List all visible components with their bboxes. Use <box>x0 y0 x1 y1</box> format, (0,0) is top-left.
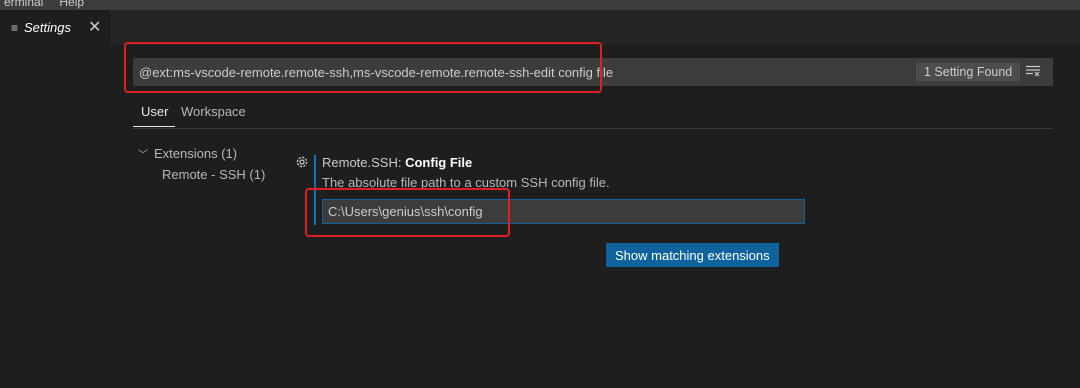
clear-filter-icon[interactable] <box>1026 65 1040 77</box>
search-highlight-box <box>124 42 602 93</box>
gear-icon[interactable] <box>295 155 309 169</box>
results-count-badge: 1 Setting Found <box>916 63 1021 81</box>
setting-category: Remote.SSH: <box>322 155 406 170</box>
menu-help[interactable]: Help <box>59 0 84 9</box>
editor-tab-strip: ≡ Settings ✕ <box>0 10 1080 45</box>
toc-extensions-label: Extensions (1) <box>154 146 238 161</box>
tab-workspace[interactable]: Workspace <box>181 104 246 119</box>
active-tab-indicator <box>133 126 175 127</box>
show-matching-extensions-button[interactable]: Show matching extensions <box>606 243 779 267</box>
settings-list-icon: ≡ <box>11 20 19 35</box>
title-bar: erminal Help <box>0 0 1080 10</box>
tab-settings[interactable]: ≡ Settings ✕ <box>0 10 110 45</box>
tabs-divider <box>133 128 1053 129</box>
menu-terminal[interactable]: erminal <box>4 0 43 9</box>
menu-bar: erminal Help <box>4 0 100 9</box>
tab-label: Settings <box>24 20 71 35</box>
tab-user[interactable]: User <box>141 104 168 119</box>
chevron-down-icon: ﹀ <box>138 150 148 161</box>
input-highlight-box <box>305 188 510 237</box>
close-icon[interactable]: ✕ <box>88 17 101 37</box>
toc-item-extensions[interactable]: ﹀ Extensions (1) <box>138 146 237 161</box>
setting-title: Remote.SSH: Config File <box>322 155 472 170</box>
toc-item-remote-ssh[interactable]: Remote - SSH (1) <box>162 167 265 182</box>
setting-name: Config File <box>405 155 473 170</box>
